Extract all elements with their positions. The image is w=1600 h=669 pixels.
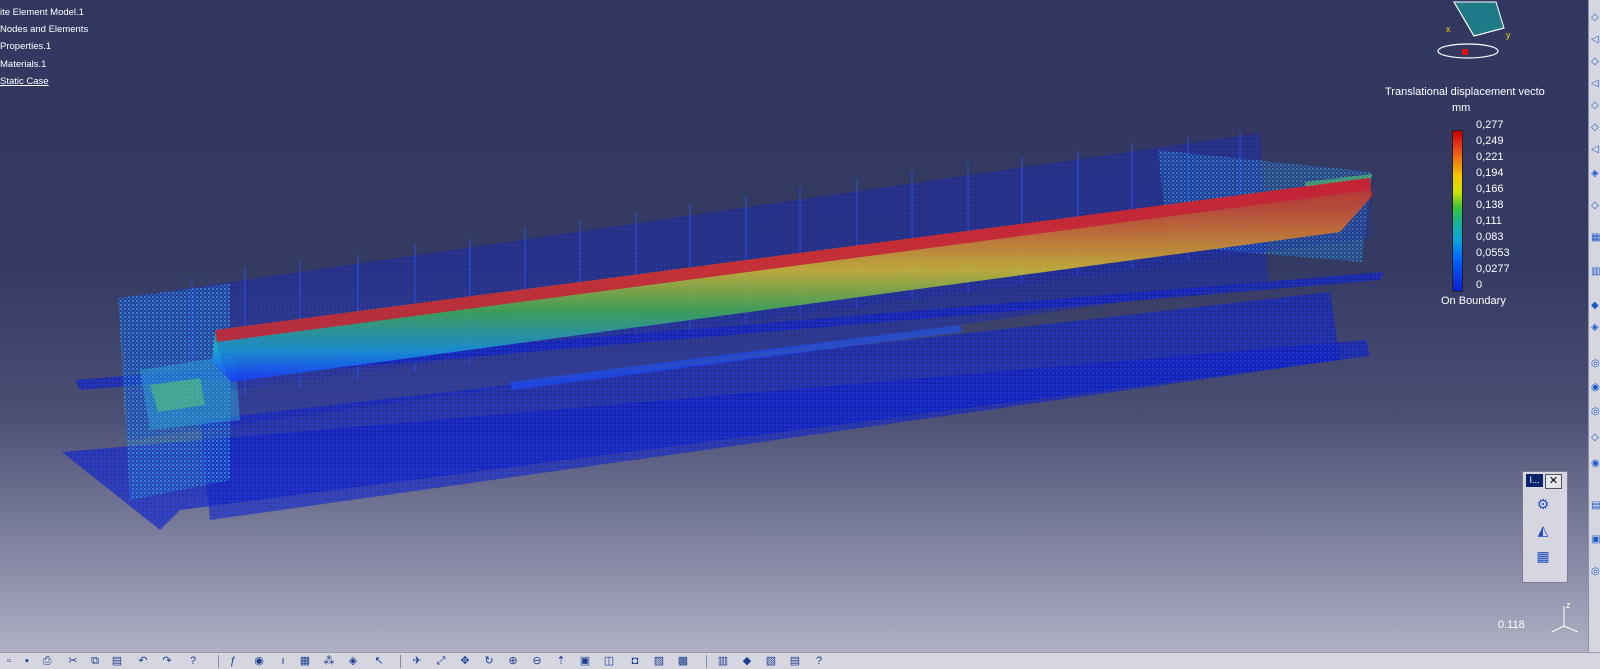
toolbar-icon[interactable]: ◈ <box>1591 168 1600 180</box>
copy-icon[interactable]: ⧉ <box>88 655 102 668</box>
new-file-icon[interactable]: ▫ <box>2 655 16 668</box>
toolbar-separator <box>218 655 219 668</box>
tree-item-materials[interactable]: Materials.1 <box>0 56 88 73</box>
tree-item-static-case[interactable]: Static Case <box>0 73 88 90</box>
fly-mode-icon[interactable]: ✈ <box>410 655 424 668</box>
axis-z-label: z <box>1566 600 1571 610</box>
table-icon[interactable]: ▦ <box>298 655 312 668</box>
toolbar-separator <box>400 655 401 668</box>
legend-value: 0,221 <box>1476 151 1504 163</box>
legend-value: 0 <box>1476 279 1483 291</box>
toolbar-icon[interactable]: ◉ <box>1591 382 1600 394</box>
pan-icon[interactable]: ✥ <box>458 655 472 668</box>
tree-item-fem-model[interactable]: ite Element Model.1 <box>0 4 88 21</box>
analysis-icon[interactable]: ▥ <box>716 655 730 668</box>
toolbar-icon[interactable]: ◁ <box>1591 78 1600 90</box>
legend-color-bar <box>1452 130 1463 292</box>
select-icon[interactable]: ↖ <box>372 655 386 668</box>
save-icon[interactable]: ▪ <box>20 655 34 668</box>
image-layout-icon[interactable]: ▦ <box>1533 546 1553 566</box>
legend-unit: mm <box>1452 102 1471 114</box>
legend-value: 0,166 <box>1476 183 1504 195</box>
legend-title: Translational displacement vecto <box>1385 86 1545 98</box>
image-toolbar-panel[interactable]: I... ✕ ⚙ ◭ ▦ <box>1522 471 1568 583</box>
legend-value: 0,111 <box>1476 215 1502 227</box>
toolbar-icon[interactable]: ◇ <box>1591 12 1600 24</box>
toolbar-icon[interactable]: ◆ <box>1591 300 1600 312</box>
network-icon[interactable]: ⁂ <box>322 655 336 668</box>
toolbar-separator <box>706 655 707 668</box>
bottom-toolbar: ▫ ▪ ⎙ ✂ ⧉ ▤ ↶ ↷ ? ƒ ◉ ı ▦ ⁂ ◈ ↖ ✈ ⤢ ✥ ↻ … <box>0 652 1600 669</box>
fit-all-icon[interactable]: ⤢ <box>434 655 448 668</box>
knowledge-icon[interactable]: ◉ <box>252 655 266 668</box>
compass-icon[interactable]: x y <box>1432 0 1532 64</box>
render-style-icon[interactable]: ◘ <box>628 655 642 668</box>
tree-item-properties[interactable]: Properties.1 <box>0 38 88 55</box>
legend-boundary-label: On Boundary <box>1441 295 1506 307</box>
compute-icon[interactable]: ▧ <box>764 655 778 668</box>
legend-value: 0,277 <box>1476 119 1504 131</box>
toolbar-icon[interactable]: ▦ <box>1591 232 1600 244</box>
print-icon[interactable]: ⎙ <box>40 655 54 668</box>
undo-icon[interactable]: ↶ <box>136 655 150 668</box>
toolbar-icon[interactable]: ◎ <box>1591 566 1600 578</box>
specification-tree: ite Element Model.1 Nodes and Elements P… <box>0 4 88 90</box>
views-icon[interactable]: ▣ <box>578 655 592 668</box>
formula-icon[interactable]: ƒ <box>226 655 240 668</box>
what-is-this-icon[interactable]: ? <box>812 655 826 668</box>
rotate-icon[interactable]: ↻ <box>482 655 496 668</box>
tree-item-nodes-elements[interactable]: Nodes and Elements <box>0 21 88 38</box>
right-toolbar: ◇ ◁ ◇ ◁ ◇ ◇ ◁ ◈ ◇ ▦ ▥ ◆ ◈ ◎ ◉ ◎ ◇ ◉ ▤ ▣ … <box>1588 0 1600 652</box>
toolbar-icon[interactable]: ◈ <box>1591 322 1600 334</box>
toolbar-icon[interactable]: ◁ <box>1591 144 1600 156</box>
help-icon[interactable]: ? <box>186 655 200 668</box>
toolbar-icon[interactable]: ◎ <box>1591 406 1600 418</box>
mini-panel-title[interactable]: I... <box>1526 474 1543 487</box>
image-edit-icon[interactable]: ◭ <box>1533 520 1553 540</box>
deformation-icon[interactable]: ⚙ <box>1533 494 1553 514</box>
parameters-icon[interactable]: ı <box>276 655 290 668</box>
toolbar-icon[interactable]: ◇ <box>1591 100 1600 112</box>
hide-show-icon[interactable]: ▨ <box>652 655 666 668</box>
zoom-in-icon[interactable]: ⊕ <box>506 655 520 668</box>
legend-value: 0,083 <box>1476 231 1504 243</box>
swap-visible-icon[interactable]: ▩ <box>676 655 690 668</box>
paste-icon[interactable]: ▤ <box>110 655 124 668</box>
fem-displacement-model[interactable] <box>0 0 1588 652</box>
redo-icon[interactable]: ↷ <box>160 655 174 668</box>
toolbar-icon[interactable]: ◇ <box>1591 56 1600 68</box>
normal-view-icon[interactable]: ⇡ <box>554 655 568 668</box>
legend-value: 0,249 <box>1476 135 1504 147</box>
toolbar-icon[interactable]: ◇ <box>1591 122 1600 134</box>
mesh-icon[interactable]: ◆ <box>740 655 754 668</box>
isometric-view-icon[interactable]: ◫ <box>602 655 616 668</box>
lock-icon[interactable]: ◈ <box>346 655 360 668</box>
legend-value: 0,0277 <box>1476 263 1510 275</box>
report-icon[interactable]: ▤ <box>788 655 802 668</box>
toolbar-icon[interactable]: ◇ <box>1591 200 1600 212</box>
toolbar-icon[interactable]: ▣ <box>1591 534 1600 546</box>
axis-triad-icon: z <box>1551 600 1579 633</box>
compass-y-label: y <box>1506 30 1511 40</box>
legend-value: 0,194 <box>1476 167 1504 179</box>
compass-x-label: x <box>1446 24 1451 34</box>
zoom-out-icon[interactable]: ⊖ <box>530 655 544 668</box>
toolbar-icon[interactable]: ◎ <box>1591 358 1600 370</box>
toolbar-icon[interactable]: ▥ <box>1591 266 1600 278</box>
cut-icon[interactable]: ✂ <box>66 655 80 668</box>
toolbar-icon[interactable]: ▤ <box>1591 500 1600 512</box>
catia-window: ite Element Model.1 Nodes and Elements P… <box>0 0 1600 669</box>
scale-value: 0.118 <box>1498 619 1525 631</box>
toolbar-icon[interactable]: ◇ <box>1591 432 1600 444</box>
3d-viewport[interactable]: ite Element Model.1 Nodes and Elements P… <box>0 0 1588 652</box>
toolbar-icon[interactable]: ◁ <box>1591 34 1600 46</box>
toolbar-icon[interactable]: ◉ <box>1591 458 1600 470</box>
legend-value: 0,138 <box>1476 199 1504 211</box>
legend-value: 0,0553 <box>1476 247 1510 259</box>
close-button[interactable]: ✕ <box>1545 474 1562 489</box>
